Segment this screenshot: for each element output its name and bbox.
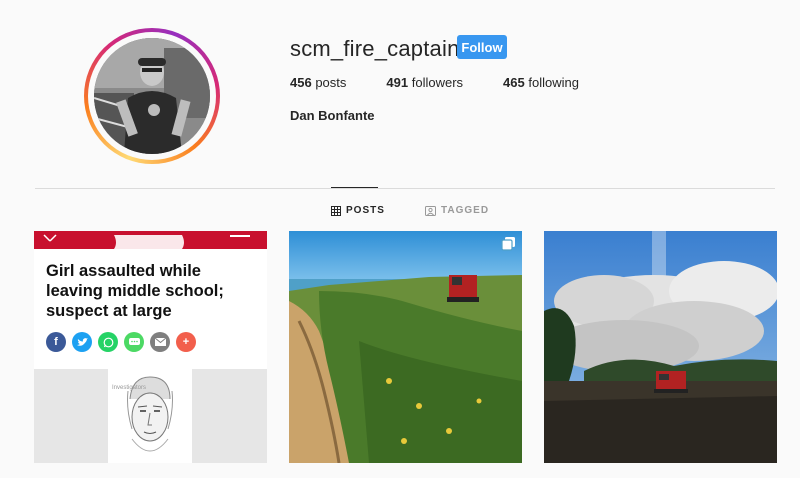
followers-label: followers [411, 75, 464, 90]
stat-posts: 456 posts [290, 75, 346, 90]
news-headline: Girl assaulted while leaving middle scho… [46, 262, 224, 320]
tab-tagged[interactable]: TAGGED [425, 205, 489, 216]
twitter-icon [72, 332, 92, 352]
tabs-divider [35, 188, 775, 189]
post-thumbnail[interactable]: Girl assaulted while leaving middle scho… [34, 231, 267, 463]
tab-posts[interactable]: POSTS [331, 205, 385, 216]
active-tab-indicator [331, 187, 378, 188]
post-thumbnail[interactable] [544, 231, 777, 463]
sms-icon [124, 332, 144, 352]
facebook-icon: f [46, 332, 66, 352]
post-photo [544, 231, 777, 463]
follow-button[interactable]: Follow [457, 35, 507, 59]
posts-count: 456 [290, 75, 312, 90]
news-header-bar [34, 231, 267, 249]
avatar[interactable] [94, 38, 210, 154]
profile-full-name: Dan Bonfante [290, 108, 375, 123]
stat-followers[interactable]: 491 followers [386, 75, 463, 90]
profile-avatar-ring[interactable] [84, 28, 220, 164]
share-buttons: f + [46, 332, 202, 352]
whatsapp-icon [98, 332, 118, 352]
profile-username: scm_fire_captain [290, 36, 460, 61]
followers-count: 491 [386, 75, 409, 90]
tab-posts-label: POSTS [346, 205, 385, 216]
more-icon: + [176, 332, 196, 352]
following-count: 465 [503, 75, 525, 90]
suspect-sketch: Investigators [108, 369, 192, 463]
stat-following[interactable]: 465 following [503, 75, 579, 90]
tag-person-icon [425, 205, 436, 216]
suspect-sketch-area: Investigators [34, 369, 267, 463]
posts-label: posts [315, 75, 347, 90]
tab-tagged-label: TAGGED [441, 205, 490, 216]
email-icon [150, 332, 170, 352]
post-photo [289, 231, 522, 463]
svg-text:Investigators: Investigators [112, 385, 146, 391]
profile-stats: 456 posts 491 followers 465 following [290, 75, 619, 90]
grid-icon [331, 205, 341, 216]
following-label: following [528, 75, 579, 90]
post-thumbnail[interactable] [289, 231, 522, 463]
